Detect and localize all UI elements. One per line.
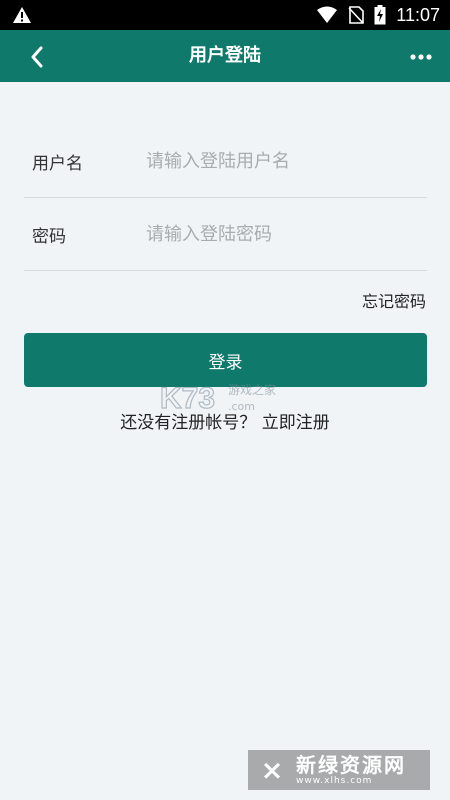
xlhs-url: www.xlhs.com xyxy=(296,775,373,786)
battery-charging-icon xyxy=(374,5,386,25)
forgot-password-link[interactable]: 忘记密码 xyxy=(362,288,426,312)
k73-logo: K73 xyxy=(160,382,215,415)
clock: 11:07 xyxy=(396,4,440,25)
password-input[interactable] xyxy=(146,223,427,245)
username-input[interactable] xyxy=(146,150,427,172)
wifi-icon xyxy=(317,6,338,23)
password-label: 密码 xyxy=(32,226,66,247)
username-label: 用户名 xyxy=(32,153,83,174)
xlhs-watermark: ⨯ 新绿资源网 www.xlhs.com xyxy=(248,750,430,790)
xlhs-logo-icon: ⨯ xyxy=(261,754,283,785)
username-row: 用户名 xyxy=(24,125,427,198)
more-button[interactable] xyxy=(406,42,436,72)
app-bar: 用户登陆 xyxy=(0,30,450,82)
k73-url: .com xyxy=(228,400,255,413)
k73-text: 游戏之家 xyxy=(228,382,276,397)
password-row: 密码 xyxy=(24,198,427,271)
warning-icon xyxy=(13,7,31,23)
page-title: 用户登陆 xyxy=(189,45,261,66)
k73-watermark: K73 游戏之家 .com xyxy=(160,381,276,415)
more-horizontal-icon xyxy=(410,54,432,60)
status-bar: 11:07 xyxy=(0,0,450,30)
xlhs-text: 新绿资源网 xyxy=(296,752,406,777)
status-icons: 11:07 xyxy=(316,0,440,30)
login-form: 用户名 密码 xyxy=(24,125,427,271)
no-sim-icon xyxy=(348,6,365,24)
